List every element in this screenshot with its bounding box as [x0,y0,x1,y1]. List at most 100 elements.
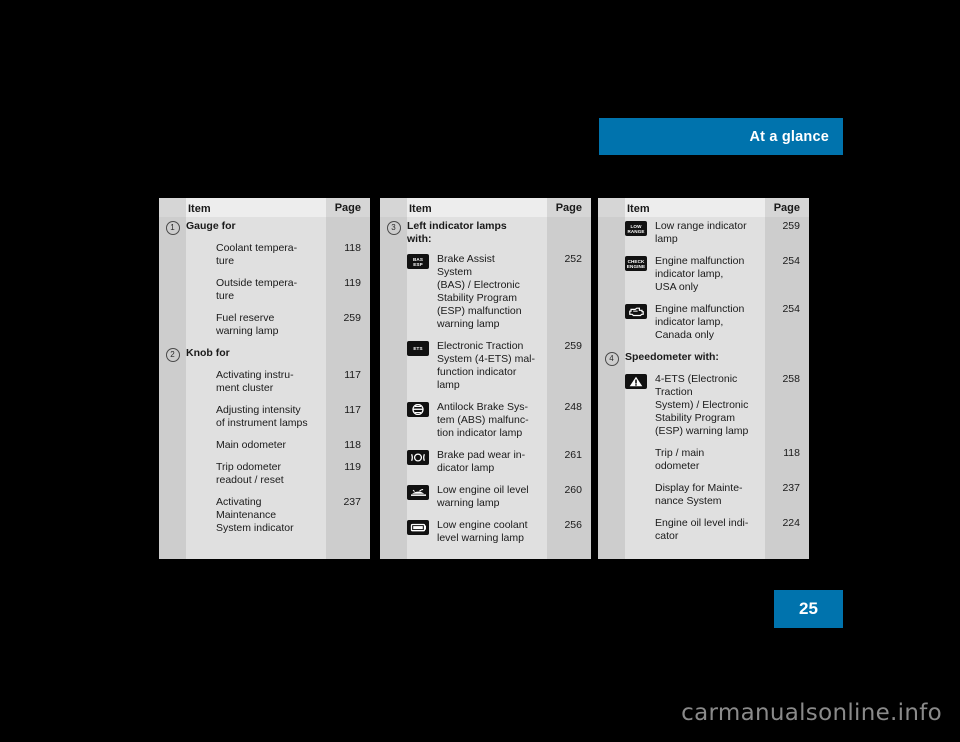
table-row: Main odometer 118 [159,439,370,452]
table-row: Antilock Brake Sys-tem (ABS) malfunc-tio… [380,401,591,440]
low-coolant-icon [407,520,429,535]
row-marker-cell [598,447,625,448]
row-page-number: 118 [344,242,361,254]
table-body: 3 Left indicator lamps with: BAS ESP Brake As… [380,217,591,559]
column-header-item-label: Item [188,202,211,215]
ets-icon-label: ETS [413,346,423,351]
row-page-number: 259 [564,340,582,352]
ets-icon: ETS [407,341,429,356]
table-header-page: Page [326,198,370,217]
row-marker-cell [159,404,186,405]
row-page-number: 256 [564,519,582,531]
row-page-number: 117 [344,369,361,381]
row-page-number: 118 [344,439,361,451]
table-row: Trip odometer readout / reset 119 [159,461,370,487]
page-number: 25 [799,599,818,618]
table-row: Fuel reserve warning lamp 259 [159,312,370,338]
row-item-text: Main odometer [216,439,287,451]
row-item-text: Low range indicator lamp [655,220,747,245]
table-row: Coolant tempera-ture 118 [159,242,370,268]
table-row: Activating Maintenance System indicator 237 [159,496,370,535]
row-page-number: 254 [782,303,800,315]
callout-number-4: 4 [604,352,619,366]
row-item-text: Engine oil level indi-cator [655,517,749,542]
row-page-number: 258 [782,373,800,385]
row-marker-cell [598,255,625,256]
row-page-number: 261 [564,449,582,461]
row-marker-cell [159,277,186,278]
row-icon-cell [625,447,655,448]
row-marker-cell: 3 [380,220,407,235]
row-item-text: Engine malfunction indicator lamp, Canada … [655,303,745,341]
row-icon-cell [625,517,655,518]
row-marker-cell [380,519,407,520]
row-item-text: Activating instru-ment cluster [216,369,294,394]
row-item-text: Electronic Traction System (4-ETS) mal-fu… [437,340,536,391]
row-page-number: 260 [564,484,582,496]
column-header-page-label: Page [773,201,800,214]
table-row: ETS Electronic Traction System (4-ETS) mal… [380,340,591,392]
table-row: Activating instru-ment cluster 117 [159,369,370,395]
row-marker-cell [380,253,407,254]
table-header-page: Page [547,198,591,217]
table-header-item: Item [407,199,547,217]
row-page-number: 119 [344,461,361,473]
table-row: Low engine coolant level warning lamp 256 [380,519,591,545]
table-body: 1 Gauge for Coolant tempera-ture 118 Outside… [159,217,370,559]
row-marker-cell [159,461,186,462]
table-header-row: Item Page [380,198,591,217]
table-row: Engine oil level indi-cator 224 [598,517,809,543]
row-marker-cell [159,312,186,313]
table-row: Adjusting intensity of instrument lamps 11… [159,404,370,430]
row-page-number: 118 [783,447,800,459]
row-icon-cell [407,401,437,417]
low-engine-oil-icon [407,485,429,500]
row-item-text: Adjusting intensity of instrument lamps [216,404,308,429]
row-icon-cell: BAS ESP [407,253,437,269]
row-marker-cell [598,220,625,221]
row-item-text: Gauge for [186,220,236,232]
row-item-text: Low engine oil level warning lamp [437,484,529,509]
row-page-number: 237 [343,496,361,508]
reference-table-1: Item Page 1 Gauge for Coolant tempera-ture 11… [159,198,370,559]
row-item-text: Brake Assist System (BAS) / Electronic Stab… [437,253,522,330]
row-marker-cell [380,401,407,402]
reference-table-2: Item Page 3 Left indicator lamps with: BAS ESP… [380,198,591,559]
row-item-text: Outside tempera-ture [216,277,298,302]
page-section-header: At a glance [599,118,843,155]
row-item-text: Coolant tempera-ture [216,242,298,267]
callout-number-2: 2 [165,348,180,362]
table-row: 3 Left indicator lamps with: [380,220,591,246]
row-item-text: Activating Maintenance System indicator [216,496,294,534]
low-range-icon: LOW RANGE [625,221,647,236]
row-icon-cell: CHECK ENGINE [625,255,655,271]
row-item-text: Display for Mainte-nance System [655,482,743,507]
row-item-text: Speedometer with: [625,351,719,363]
table-row: Outside tempera-ture 119 [159,277,370,303]
column-header-item-label: Item [627,202,650,215]
row-marker-cell [380,484,407,485]
row-item-text: Left indicator lamps with: [407,220,507,245]
table-header-row: Item Page [598,198,809,217]
table-row: CHECK ENGINE Engine malfunction indicator l… [598,255,809,294]
table-row: Trip / main odometer 118 [598,447,809,473]
reference-table-3: Item Page LOW RANGE Low range indicator lamp 2… [598,198,809,559]
page-number-badge: 25 [774,590,843,628]
row-marker-cell [598,517,625,518]
check-engine-icon-label: CHECK ENGINE [626,258,646,269]
table-row: 2 Knob for [159,347,370,362]
bas-esp-icon: BAS ESP [407,254,429,269]
table-row: Brake pad wear in-dicator lamp 261 [380,449,591,475]
row-marker-cell: 4 [598,351,625,366]
row-page-number: 237 [782,482,800,494]
row-marker-cell [159,369,186,370]
column-header-page-label: Page [334,201,361,214]
table-row: BAS ESP Brake Assist System (BAS) / Electron… [380,253,591,331]
table-header-gutter [598,198,625,217]
warning-triangle-icon [625,374,647,389]
row-marker-cell [159,439,186,440]
table-row: 4-ETS (Electronic Traction System) / Elect… [598,373,809,438]
row-item-text: 4-ETS (Electronic Traction System) / Elect… [655,373,749,437]
table-header-page: Page [765,198,809,217]
table-header-row: Item Page [159,198,370,217]
